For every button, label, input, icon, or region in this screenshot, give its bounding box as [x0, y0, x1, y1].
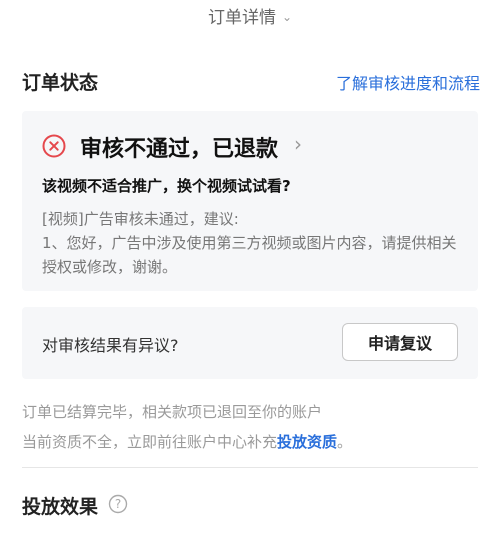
request-review-button[interactable]: 申请复议: [342, 323, 458, 361]
svg-text:?: ?: [115, 497, 121, 511]
divider: [22, 467, 478, 468]
status-reason: [视频]广告审核未通过，建议: 1、您好，广告中涉及使用第三方视频或图片内容，请…: [42, 207, 462, 279]
review-process-link[interactable]: 了解审核进度和流程: [336, 70, 480, 94]
settlement-note: 订单已结算完毕，相关款项已退回至你的账户: [22, 403, 323, 421]
qualification-link[interactable]: 投放资质: [277, 433, 337, 451]
chevron-right-icon[interactable]: ›: [294, 132, 302, 156]
order-status-header: 订单状态 了解审核进度和流程: [22, 66, 480, 96]
qualification-note: 当前资质不全，立即前往账户中心补充投放资质。: [22, 431, 352, 452]
status-title: 审核不通过，已退款: [80, 137, 279, 162]
order-detail-page: 订单详情 ⌄ 订单状态 了解审核进度和流程 审核不通过，已退款 › 该视频不适合推…: [0, 0, 500, 533]
top-bar[interactable]: 订单详情 ⌄: [0, 0, 500, 30]
status-subtitle: 该视频不适合推广，换个视频试试看?: [42, 177, 291, 195]
qualification-note-suffix: 。: [337, 433, 353, 451]
qualification-note-text: 当前资质不全，立即前往账户中心补充: [22, 433, 278, 451]
effect-title: 投放效果: [22, 496, 99, 518]
question-circle-icon[interactable]: ?: [108, 494, 128, 514]
reason-line-2: 1、您好，广告中涉及使用第三方视频或图片内容，请提供相关授权或修改，谢谢。: [42, 234, 457, 276]
error-circle-x-icon: [42, 134, 66, 158]
appeal-question: 对审核结果有异议?: [42, 336, 179, 355]
appeal-card: 对审核结果有异议? 申请复议: [22, 307, 478, 379]
reason-line-1: [视频]广告审核未通过，建议:: [42, 210, 239, 228]
chevron-down-icon[interactable]: ⌄: [282, 10, 292, 24]
page-title[interactable]: 订单详情: [208, 3, 276, 28]
order-status-title: 订单状态: [22, 72, 99, 94]
status-card: 审核不通过，已退款 › 该视频不适合推广，换个视频试试看? [视频]广告审核未通…: [22, 111, 478, 291]
